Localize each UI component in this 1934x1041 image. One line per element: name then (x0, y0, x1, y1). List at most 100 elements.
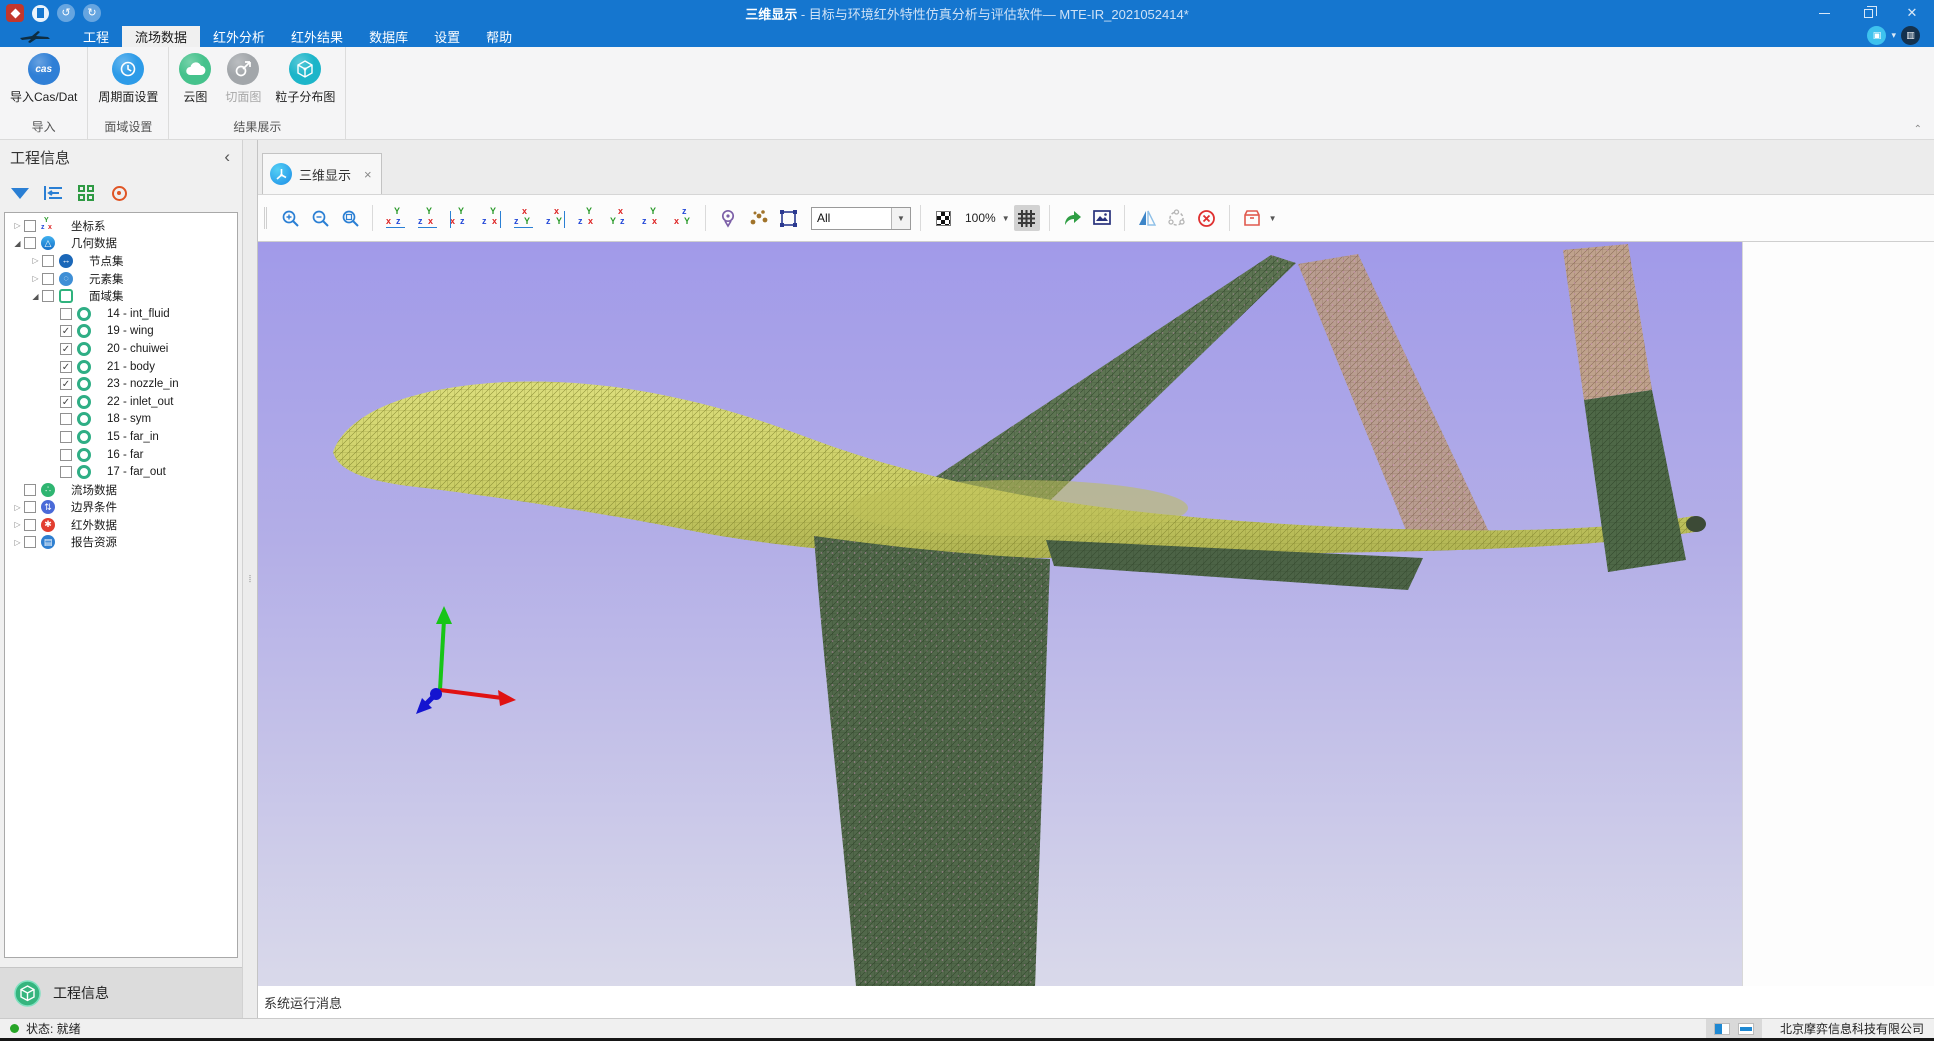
tree-checkbox[interactable] (42, 290, 54, 302)
menu-item-4[interactable]: 红外结果 (278, 26, 356, 47)
scatter-icon[interactable] (745, 205, 771, 231)
tree-item-17[interactable]: ▷⇅边界条件 (5, 499, 237, 517)
tree-item-4[interactable]: ▷◌元素集 (5, 270, 237, 288)
tree-item-1[interactable]: ▷Yzx坐标系 (5, 217, 237, 235)
tree-checkbox[interactable] (42, 255, 54, 267)
quick-layout-icon[interactable]: ▥ (1901, 26, 1920, 45)
ribbon-button-cas[interactable]: cas导入Cas/Dat (6, 51, 81, 116)
grid-toggle-icon[interactable] (1014, 205, 1040, 231)
zoom-fit-icon[interactable] (337, 205, 363, 231)
minimize-button[interactable] (1802, 0, 1846, 26)
tree-item-14[interactable]: 16 - far (5, 446, 237, 464)
view-top-icon[interactable]: xzY (510, 205, 536, 231)
target-icon[interactable] (108, 182, 130, 204)
tree-checkbox[interactable] (24, 484, 36, 496)
panel-collapse-icon[interactable]: ‹ (224, 147, 230, 167)
close-button[interactable]: ✕ (1890, 0, 1934, 26)
expand-arrow-icon[interactable]: ▷ (11, 503, 24, 512)
tree-item-2[interactable]: ◢△几何数据 (5, 235, 237, 253)
tree-checkbox[interactable]: ✓ (60, 325, 72, 337)
opacity-caret-icon[interactable]: ▼ (1002, 214, 1010, 223)
expand-arrow-icon[interactable]: ▷ (29, 274, 42, 283)
tree-checkbox[interactable]: ✓ (60, 343, 72, 355)
menu-item-5[interactable]: 数据库 (356, 26, 421, 47)
select-box-icon[interactable] (775, 205, 801, 231)
restore-button[interactable] (1846, 0, 1890, 26)
new-document-icon[interactable] (32, 5, 49, 22)
tree-item-9[interactable]: ✓21 - body (5, 358, 237, 376)
ribbon-button-particle[interactable]: 粒子分布图 (271, 51, 339, 116)
tree-item-5[interactable]: ◢面域集 (5, 287, 237, 305)
tree-checkbox[interactable] (24, 519, 36, 531)
tree-item-19[interactable]: ▷▤报告资源 (5, 534, 237, 552)
panel-splitter[interactable]: ⦙ (242, 140, 258, 1018)
view-iso-1-icon[interactable]: Yzx (574, 205, 600, 231)
tree-checkbox[interactable] (60, 431, 72, 443)
tree-checkbox[interactable] (24, 536, 36, 548)
tab-3d-view[interactable]: 三维显示 × (262, 153, 382, 194)
layout-bottom-icon[interactable] (1738, 1023, 1754, 1035)
package-icon[interactable] (1239, 205, 1265, 231)
view-iso-3-icon[interactable]: Yzx (638, 205, 664, 231)
collapse-arrow-icon[interactable]: ◢ (29, 292, 42, 301)
tree-checkbox[interactable] (60, 466, 72, 478)
snapshot-icon[interactable] (1089, 205, 1115, 231)
view-bottom-icon[interactable]: xzY (542, 205, 568, 231)
expand-arrow-icon[interactable]: ▷ (11, 221, 24, 230)
view-iso-4-icon[interactable]: zxY (670, 205, 696, 231)
tree-checkbox[interactable]: ✓ (60, 378, 72, 390)
tree-checkbox[interactable]: ✓ (60, 396, 72, 408)
view-iso-2-icon[interactable]: xYz (606, 205, 632, 231)
export-arrow-icon[interactable] (1059, 205, 1085, 231)
tree-item-15[interactable]: 17 - far_out (5, 463, 237, 481)
redo-icon[interactable]: ↻ (83, 4, 101, 22)
3d-viewport[interactable] (258, 242, 1742, 986)
tree-item-3[interactable]: ▷↔节点集 (5, 252, 237, 270)
package-caret-icon[interactable]: ▼ (1269, 214, 1277, 223)
toolbar-grip[interactable] (264, 207, 267, 229)
tree-item-13[interactable]: 15 - far_in (5, 428, 237, 446)
tree-item-6[interactable]: 14 - int_fluid (5, 305, 237, 323)
combo-caret-icon[interactable]: ▼ (891, 208, 910, 229)
collapse-arrow-icon[interactable]: ◢ (11, 239, 24, 248)
tree-checkbox[interactable] (60, 449, 72, 461)
ribbon-button-cloud[interactable]: 云图 (175, 51, 215, 116)
ribbon-button-clock[interactable]: 周期面设置 (94, 51, 162, 116)
tree-checkbox[interactable] (24, 220, 36, 232)
probe-icon[interactable] (715, 205, 741, 231)
expand-arrow-icon[interactable]: ▷ (11, 520, 24, 529)
tree-item-16[interactable]: ∴流场数据 (5, 481, 237, 499)
view-left-icon[interactable]: Yxz (446, 205, 472, 231)
quick-style-icon[interactable]: ▣ (1867, 26, 1886, 45)
tree-checkbox[interactable] (60, 413, 72, 425)
panel-footer[interactable]: 工程信息 (0, 967, 242, 1018)
checker-opacity-icon[interactable] (930, 205, 956, 231)
tree-item-12[interactable]: 18 - sym (5, 411, 237, 429)
tree-checkbox[interactable] (60, 308, 72, 320)
tree-item-18[interactable]: ▷✱红外数据 (5, 516, 237, 534)
quick-style-caret-icon[interactable]: ▾ (1891, 30, 1896, 41)
grid-icon[interactable] (75, 182, 97, 204)
zoom-out-icon[interactable] (307, 205, 333, 231)
tree-checkbox[interactable] (24, 501, 36, 513)
tree-item-8[interactable]: ✓20 - chuiwei (5, 340, 237, 358)
zoom-in-icon[interactable] (277, 205, 303, 231)
menu-item-2[interactable]: 流场数据 (122, 26, 200, 47)
ribbon-collapse-icon[interactable]: ⌃ (1914, 124, 1922, 135)
undo-icon[interactable]: ↺ (57, 4, 75, 22)
link-circle-icon[interactable] (1164, 205, 1190, 231)
tree-checkbox[interactable] (24, 237, 36, 249)
tree-item-7[interactable]: ✓19 - wing (5, 323, 237, 341)
expand-arrow-icon[interactable]: ▷ (29, 256, 42, 265)
menu-item-1[interactable]: 工程 (70, 26, 122, 47)
tab-close-icon[interactable]: × (364, 167, 372, 182)
menu-item-7[interactable]: 帮助 (473, 26, 525, 47)
delete-icon[interactable] (1194, 205, 1220, 231)
expand-arrow-icon[interactable]: ▷ (11, 538, 24, 547)
tree-checkbox[interactable]: ✓ (60, 361, 72, 373)
display-filter-select[interactable]: All ▼ (811, 207, 911, 230)
list-collapse-icon[interactable] (42, 182, 64, 204)
view-back-icon[interactable]: Yzx (414, 205, 440, 231)
tree-item-11[interactable]: ✓22 - inlet_out (5, 393, 237, 411)
mirror-icon[interactable] (1134, 205, 1160, 231)
